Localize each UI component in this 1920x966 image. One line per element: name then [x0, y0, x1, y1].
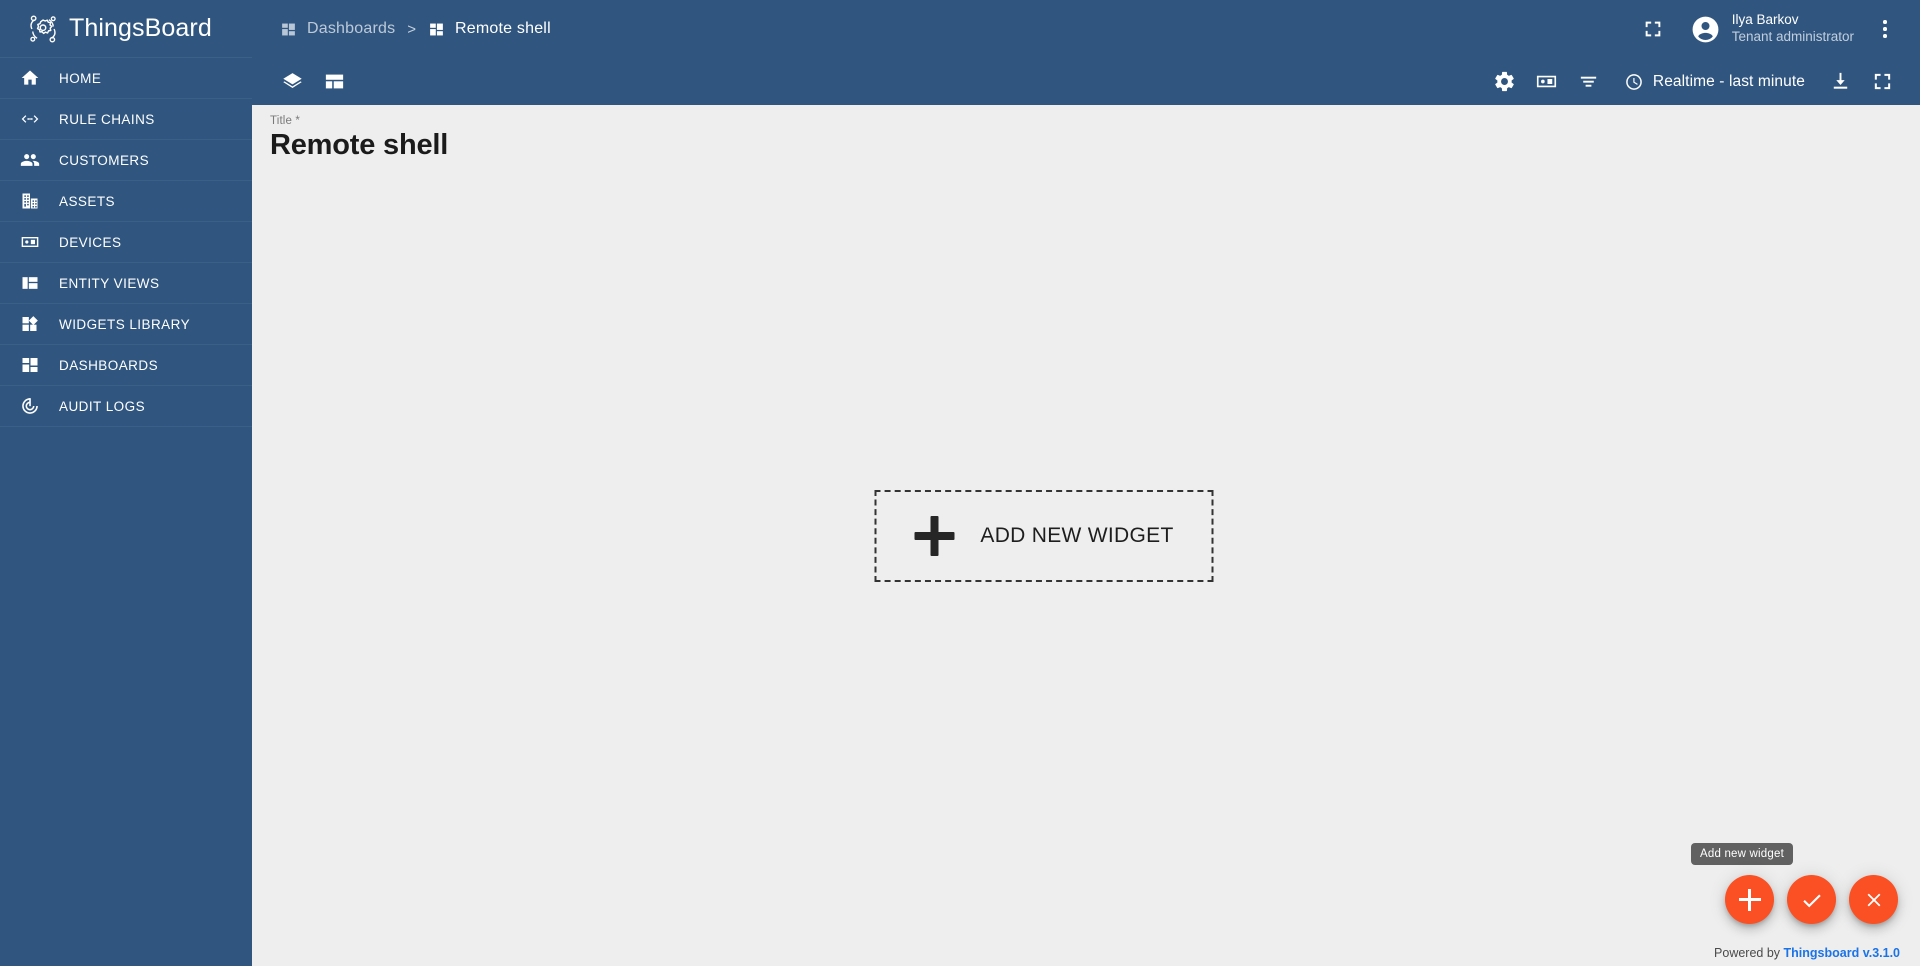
fullscreen-icon[interactable] [1634, 10, 1672, 48]
sidebar-nav: HOME RULE CHAINS CUSTOMERS ASSETS DEVICE… [0, 58, 252, 427]
sidebar-item-dashboards[interactable]: DASHBOARDS [0, 345, 252, 386]
entity-views-icon [20, 273, 40, 293]
widgets-library-icon [20, 314, 40, 334]
sidebar-item-label: ENTITY VIEWS [59, 275, 160, 291]
sidebar-filler [0, 427, 252, 966]
breadcrumb-item-dashboards[interactable]: Dashboards [280, 20, 395, 38]
settings-gear-icon[interactable] [1485, 62, 1525, 102]
user-info: Ilya Barkov Tenant administrator [1732, 12, 1854, 45]
check-icon [1800, 888, 1824, 912]
dashboard-layout-icon[interactable] [314, 62, 354, 102]
content-column: Dashboards > Remote shell Ilya Barkov Te… [252, 0, 1920, 966]
app-root: ThingsBoard HOME RULE CHAINS CUSTOMERS A… [0, 0, 1920, 966]
breadcrumb: Dashboards > Remote shell [280, 20, 551, 38]
clock-icon [1624, 72, 1644, 92]
dashboard-title-field[interactable]: Title * Remote shell [270, 115, 448, 161]
sidebar-item-entity-views[interactable]: ENTITY VIEWS [0, 263, 252, 304]
top-header: Dashboards > Remote shell Ilya Barkov Te… [252, 0, 1920, 58]
sidebar-item-home[interactable]: HOME [0, 58, 252, 99]
rule-chains-icon [20, 109, 40, 129]
apply-changes-fab[interactable] [1787, 875, 1836, 924]
account-circle-icon [1690, 14, 1721, 45]
sidebar-item-assets[interactable]: ASSETS [0, 181, 252, 222]
plus-icon [914, 515, 955, 556]
powered-by-footer: Powered by Thingsboard v.3.1.0 [1714, 946, 1900, 960]
sidebar-item-devices[interactable]: DEVICES [0, 222, 252, 263]
sidebar-item-label: CUSTOMERS [59, 152, 150, 168]
dashboard-canvas: Title * Remote shell ADD NEW WIDGET Add … [252, 105, 1920, 966]
sidebar-item-customers[interactable]: CUSTOMERS [0, 140, 252, 181]
assets-icon [20, 191, 40, 211]
sidebar-item-label: AUDIT LOGS [59, 398, 146, 414]
dashboards-icon [428, 21, 445, 38]
sidebar-item-label: HOME [59, 70, 102, 86]
dashboard-title-input[interactable]: Remote shell [270, 129, 448, 161]
download-icon[interactable] [1820, 62, 1860, 102]
user-menu[interactable]: Ilya Barkov Tenant administrator [1690, 12, 1854, 45]
title-field-label: Title * [270, 115, 301, 127]
breadcrumb-item-current[interactable]: Remote shell [428, 20, 551, 38]
sidebar-item-widgets-library[interactable]: WIDGETS LIBRARY [0, 304, 252, 345]
dashboards-icon [280, 21, 297, 38]
filter-icon[interactable] [1569, 62, 1609, 102]
devices-preview-icon[interactable] [1527, 62, 1567, 102]
audit-logs-icon [20, 396, 40, 416]
brand-name: ThingsBoard [69, 14, 212, 42]
layers-icon[interactable] [272, 62, 312, 102]
breadcrumb-parent-label: Dashboards [307, 20, 396, 37]
timewindow-button[interactable]: Realtime - last minute [1613, 64, 1816, 100]
cancel-changes-fab[interactable] [1849, 875, 1898, 924]
customers-icon [20, 150, 40, 170]
breadcrumb-separator: > [407, 20, 417, 38]
add-new-widget-button[interactable]: ADD NEW WIDGET [874, 489, 1214, 582]
add-new-widget-label: ADD NEW WIDGET [980, 523, 1174, 547]
brand-logo[interactable]: ThingsBoard [0, 0, 252, 58]
plus-icon [1738, 888, 1761, 911]
more-vert-icon[interactable] [1868, 10, 1902, 48]
sidebar-item-label: ASSETS [59, 193, 115, 209]
sidebar: ThingsBoard HOME RULE CHAINS CUSTOMERS A… [0, 0, 252, 966]
user-name: Ilya Barkov [1731, 12, 1799, 28]
home-icon [20, 68, 40, 88]
sidebar-item-rule-chains[interactable]: RULE CHAINS [0, 99, 252, 140]
dashboard-toolbar: Realtime - last minute [252, 58, 1920, 105]
dashboards-icon [20, 355, 40, 375]
close-icon [1863, 889, 1885, 911]
fullscreen-icon[interactable] [1862, 62, 1902, 102]
user-role: Tenant administrator [1731, 29, 1854, 44]
breadcrumb-current-label: Remote shell [455, 20, 551, 37]
powered-by-prefix: Powered by [1714, 946, 1781, 960]
thingsboard-gear-logo-icon [26, 12, 60, 46]
sidebar-item-label: WIDGETS LIBRARY [59, 316, 191, 332]
sidebar-item-label: RULE CHAINS [59, 111, 155, 127]
timewindow-label: Realtime - last minute [1652, 72, 1805, 90]
add-new-widget-fab[interactable] [1725, 875, 1774, 924]
sidebar-item-label: DASHBOARDS [59, 357, 159, 373]
sidebar-item-label: DEVICES [59, 234, 122, 250]
fab-tooltip: Add new widget [1691, 843, 1793, 865]
sidebar-item-audit-logs[interactable]: AUDIT LOGS [0, 386, 252, 427]
devices-icon [20, 232, 40, 252]
thingsboard-version-link[interactable]: Thingsboard v.3.1.0 [1784, 946, 1900, 960]
fab-group [1725, 875, 1898, 924]
